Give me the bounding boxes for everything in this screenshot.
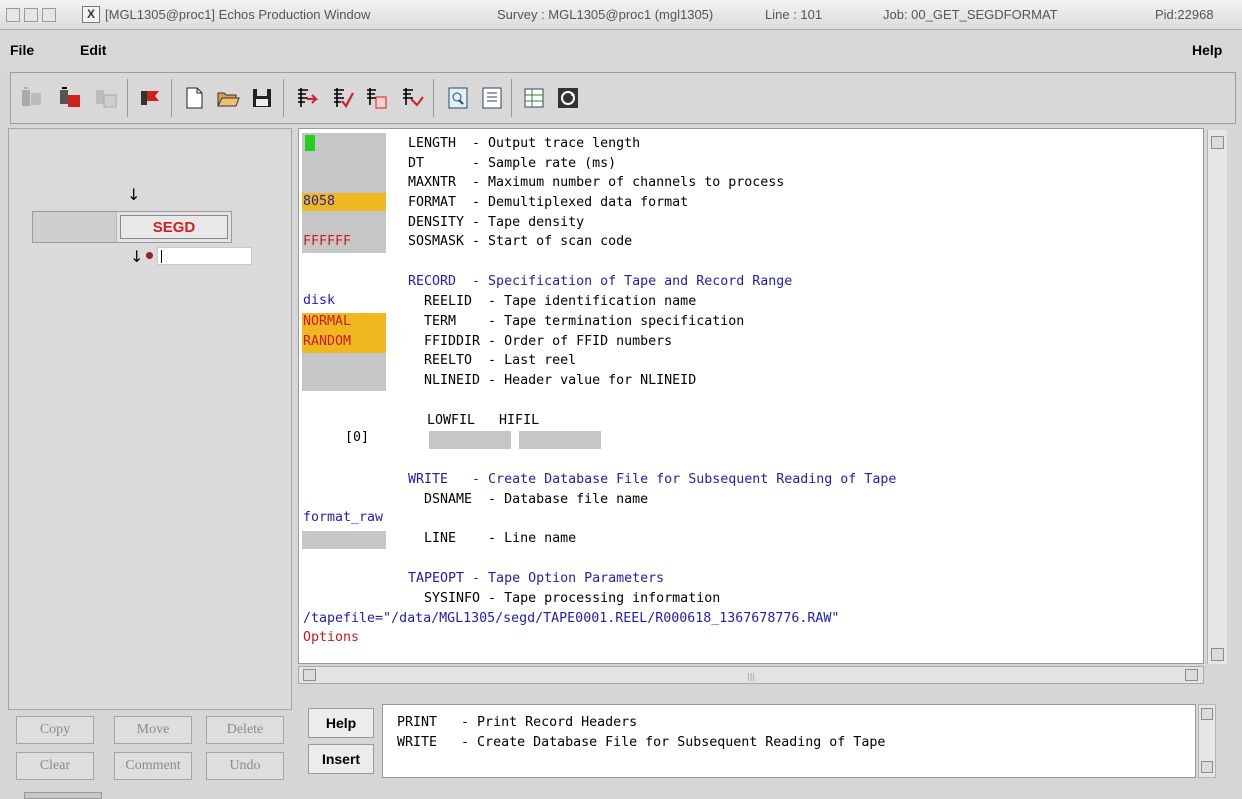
editor-horizontal-scrollbar[interactable]: ||| [298, 666, 1204, 684]
param-reelid: REELID - Tape identification name [408, 294, 697, 309]
close-window-button[interactable] [6, 8, 20, 22]
scroll-up-icon[interactable] [1211, 136, 1224, 149]
scroll-thumb-grip-icon[interactable]: ||| [747, 672, 755, 681]
save-icon[interactable] [247, 81, 277, 115]
job-editor[interactable]: 8058 FFFFFF disk NORMAL RANDOM [0] forma… [298, 128, 1204, 664]
lowfil-index: [0] [345, 430, 370, 445]
param-nlineid: NLINEID - Header value for NLINEID [408, 373, 697, 388]
param-length: LENGTH - Output trace length [408, 136, 641, 151]
module-insert-input[interactable] [157, 247, 252, 265]
window-title: [MGL1305@proc1] Echos Production Window [105, 7, 371, 22]
insert-point-icon [146, 252, 153, 259]
job-label: Job: 00_GET_SEGDFORMAT [883, 7, 1058, 22]
check-line-icon[interactable] [327, 81, 357, 115]
gutter-term-value: NORMAL [303, 314, 352, 329]
copy-button[interactable]: Copy [16, 716, 94, 744]
module-grip[interactable] [33, 212, 117, 242]
filter-headers: LOWFIL HIFIL [427, 413, 540, 428]
doc-list-icon[interactable] [477, 81, 507, 115]
x11-icon: X [82, 6, 100, 23]
section-record: RECORD - Specification of Tape and Recor… [408, 274, 793, 289]
help-scroll-up-icon[interactable] [1201, 708, 1213, 720]
clear-button[interactable]: Clear [16, 752, 94, 780]
hifil-input[interactable] [519, 431, 601, 449]
new-file-icon[interactable] [179, 81, 209, 115]
param-dt: DT - Sample rate (ms) [408, 156, 617, 171]
help-item-write[interactable]: WRITE - Create Database File for Subsequ… [397, 735, 885, 750]
scroll-down-icon[interactable] [1211, 648, 1224, 661]
param-maxntr: MAXNTR - Maximum number of channels to p… [408, 175, 785, 190]
param-ffiddir: FFIDDIR - Order of FFID numbers [408, 334, 673, 349]
gutter-status-marker [305, 135, 315, 151]
editor-vertical-scrollbar[interactable] [1207, 130, 1227, 664]
refresh-icon[interactable] [553, 81, 583, 115]
line-label: Line : 101 [765, 7, 823, 22]
param-term: TERM - Tape termination specification [408, 314, 745, 329]
section-write: WRITE - Create Database File for Subsequ… [408, 472, 897, 487]
open-folder-icon[interactable] [213, 81, 243, 115]
help-scroll-down-icon[interactable] [1201, 761, 1213, 773]
window-controls [6, 8, 56, 22]
menu-edit[interactable]: Edit [80, 42, 106, 58]
menu-file[interactable]: File [10, 42, 34, 58]
grid-list-icon[interactable] [519, 81, 549, 115]
scroll-left-icon[interactable] [303, 669, 316, 681]
zoom-window-button[interactable] [42, 8, 56, 22]
module-gray-icon[interactable] [17, 81, 47, 115]
gutter-reelid-value: disk [303, 293, 336, 308]
insert-button[interactable]: Insert [308, 744, 374, 774]
title-bar: X [MGL1305@proc1] Echos Production Windo… [0, 0, 1242, 30]
run-icon[interactable] [397, 81, 427, 115]
gutter-sosmask-value: FFFFFF [303, 234, 352, 249]
comment-button[interactable]: Comment [114, 752, 192, 780]
options-link[interactable]: Options [303, 630, 359, 645]
insert-line-icon[interactable] [291, 81, 321, 115]
param-density: DENSITY - Tape density [408, 215, 585, 230]
gutter-dsname-value: format_raw [303, 510, 384, 525]
param-sysinfo: SYSINFO - Tape processing information [408, 591, 721, 606]
minimize-window-button[interactable] [24, 8, 38, 22]
module-red-icon[interactable] [55, 81, 85, 115]
gutter-line-cell[interactable] [302, 531, 386, 549]
move-button[interactable]: Move [114, 716, 192, 744]
toolbar [10, 72, 1236, 124]
gutter-ffiddir-value: RANDOM [303, 334, 352, 349]
copy-line-icon[interactable] [361, 81, 391, 115]
param-sosmask: SOSMASK - Start of scan code [408, 234, 633, 249]
pid-label: Pid:22968 [1155, 7, 1214, 22]
tapefile-path: /tapefile="/data/MGL1305/segd/TAPE0001.R… [303, 611, 840, 626]
gutter-block-reel [302, 353, 386, 391]
section-tapeopt: TAPEOPT - Tape Option Parameters [408, 571, 665, 586]
flow-panel: ↓ SEGD ↓ [8, 128, 292, 710]
param-reelto: REELTO - Last reel [408, 353, 577, 368]
help-item-print[interactable]: PRINT - Print Record Headers [397, 715, 637, 730]
flow-arrow-out-icon: ↓ [130, 247, 144, 266]
lowfil-input[interactable] [429, 431, 511, 449]
doc-view-icon[interactable] [443, 81, 473, 115]
scroll-right-icon[interactable] [1185, 669, 1198, 681]
help-button[interactable]: Help [308, 708, 374, 738]
flag-icon[interactable] [135, 81, 165, 115]
param-line: LINE - Line name [408, 531, 577, 546]
module-help-list[interactable]: PRINT - Print Record Headers WRITE - Cre… [382, 704, 1196, 778]
panel-resize-tab[interactable] [24, 792, 102, 799]
param-dsname: DSNAME - Database file name [408, 492, 649, 507]
module-disabled-icon[interactable] [91, 81, 121, 115]
help-list-scrollbar[interactable] [1198, 704, 1216, 778]
flow-module[interactable]: SEGD [32, 211, 232, 243]
gutter-format-value: 8058 [303, 194, 336, 209]
delete-button[interactable]: Delete [206, 716, 284, 744]
module-segd-label[interactable]: SEGD [120, 215, 228, 239]
menu-help[interactable]: Help [1192, 42, 1222, 58]
param-format: FORMAT - Demultiplexed data format [408, 195, 689, 210]
undo-button[interactable]: Undo [206, 752, 284, 780]
menu-bar: File Edit Help [0, 30, 1242, 70]
survey-label: Survey : MGL1305@proc1 (mgl1305) [497, 7, 714, 22]
flow-arrow-in-icon: ↓ [127, 185, 141, 204]
